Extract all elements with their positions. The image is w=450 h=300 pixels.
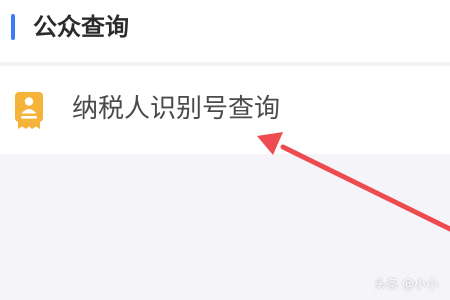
taxpayer-card-icon: [14, 91, 44, 131]
query-item-label: 纳税人识别号查询: [72, 94, 281, 124]
watermark: 头条 @小小: [374, 277, 438, 291]
section-title: 公众查询: [33, 13, 129, 41]
section-accent-bar: [11, 14, 15, 40]
section-header: 公众查询: [0, 0, 450, 62]
taxpayer-id-query-item[interactable]: 纳税人识别号查询: [0, 66, 450, 154]
